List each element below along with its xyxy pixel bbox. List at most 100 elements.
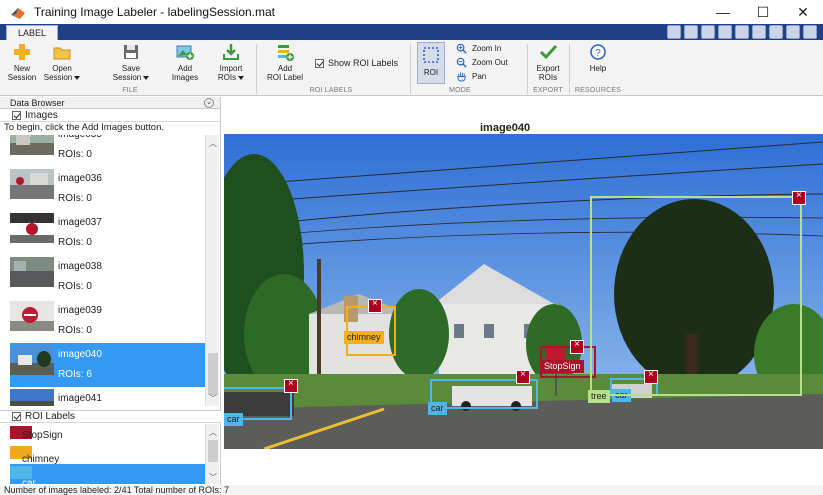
quick-layout-icon[interactable]: [769, 25, 783, 39]
quick-cut-icon[interactable]: [684, 25, 698, 39]
pan-label: Pan: [472, 72, 487, 81]
quick-copy-icon[interactable]: [701, 25, 715, 39]
save-session-button[interactable]: Save Session: [110, 42, 152, 82]
scroll-thumb[interactable]: [208, 440, 218, 462]
close-icon[interactable]: [368, 298, 382, 313]
add-roi-label-button[interactable]: Add ROI Label: [262, 42, 308, 82]
scroll-thumb[interactable]: [208, 353, 218, 395]
add-images-button[interactable]: Add Images: [170, 42, 200, 82]
new-session-label-2: Session: [7, 73, 37, 82]
roi-tag-tree: tree: [588, 390, 610, 403]
new-session-button[interactable]: New Session: [4, 42, 40, 82]
resources-group-label: RESOURCES: [574, 87, 622, 94]
chevron-down-icon: [143, 75, 150, 80]
list-item[interactable]: image036 ROIs: 0: [10, 167, 205, 211]
list-item[interactable]: image039 ROIs: 0: [10, 299, 205, 343]
status-bar: Number of images labeled: 2/41 Total num…: [0, 485, 823, 495]
checkbox-icon[interactable]: [315, 58, 324, 68]
zoom-in-icon: [456, 43, 467, 54]
open-session-button[interactable]: Open Session: [42, 42, 82, 82]
save-session-label-1: Save: [121, 64, 141, 73]
ribbon-separator: [527, 44, 528, 94]
roi-label-item-selected[interactable]: car: [10, 464, 205, 484]
thumbnail-image: [10, 345, 54, 375]
maximize-button[interactable]: ☐: [743, 0, 783, 24]
save-session-label-2: Session: [112, 73, 142, 82]
close-icon[interactable]: [284, 378, 298, 393]
quick-help-icon[interactable]: [803, 25, 817, 39]
zoom-out-icon: [456, 57, 467, 68]
export-rois-button[interactable]: Export ROIs: [530, 42, 566, 82]
show-roi-labels-label: Show ROI Labels: [328, 58, 399, 68]
images-section-header[interactable]: Images: [0, 109, 220, 122]
roi-label-item[interactable]: StopSign: [10, 424, 205, 446]
scroll-up-icon[interactable]: ︿: [209, 138, 217, 149]
import-rois-button[interactable]: Import ROIs: [212, 42, 250, 82]
data-browser-title: Data Browser: [10, 98, 65, 108]
scroll-down-icon[interactable]: ﹀: [209, 393, 217, 404]
add-roi-label-icon: [278, 45, 294, 61]
image-roi-count: ROIs: 0: [58, 149, 92, 160]
zoom-out-button[interactable]: Zoom Out: [456, 57, 508, 68]
roi-label-name: car: [22, 478, 36, 484]
help-button[interactable]: ? Help: [580, 42, 616, 73]
image-roi-count: ROIs: 0: [58, 237, 92, 248]
image-roi-count: ROIs: 0: [58, 193, 92, 204]
thumbnail-image: [10, 301, 54, 331]
scroll-up-icon[interactable]: ︿: [209, 427, 217, 438]
list-item[interactable]: image035 ROIs: 0: [10, 135, 205, 167]
thumbnail-image: [10, 135, 54, 155]
quick-paste-icon[interactable]: [718, 25, 732, 39]
tab-label[interactable]: LABEL: [6, 25, 58, 40]
add-images-hint: To begin, click the Add Images button.: [4, 122, 165, 133]
show-roi-labels-checkbox[interactable]: Show ROI Labels: [315, 58, 398, 68]
pan-button[interactable]: Pan: [456, 71, 486, 82]
data-browser-panel: Data Browser ⌄ Images To begin, click th…: [0, 97, 221, 485]
thumbnail-image: [10, 389, 54, 406]
roi-list-scrollbar[interactable]: ︿ ﹀: [205, 424, 219, 484]
svg-text:?: ?: [595, 48, 601, 59]
zoom-in-button[interactable]: Zoom In: [456, 43, 501, 54]
collapse-checkbox-icon[interactable]: [12, 412, 21, 421]
image-list-scrollbar[interactable]: ︿ ﹀: [205, 135, 219, 406]
quick-undo-icon[interactable]: [735, 25, 749, 39]
mode-group-label: MODE: [449, 87, 471, 94]
close-icon[interactable]: [792, 190, 806, 205]
quick-save-icon[interactable]: [667, 25, 681, 39]
image-list: image035 ROIs: 0 image036 ROIs: 0 image0…: [10, 135, 205, 406]
image-canvas[interactable]: chimney StopSign car car car tree: [224, 134, 823, 449]
collapse-icon[interactable]: ⌄: [204, 98, 214, 108]
minimize-button[interactable]: —: [703, 0, 743, 24]
roi-label-item[interactable]: chimney: [10, 444, 205, 466]
image-name: image037: [58, 217, 102, 228]
list-item-selected[interactable]: image040 ROIs: 6: [10, 343, 205, 387]
image-name: image040: [58, 349, 102, 360]
image-name: image036: [58, 173, 102, 184]
file-group-label: FILE: [122, 87, 138, 94]
thumbnail-image: [10, 213, 54, 243]
list-item[interactable]: image037 ROIs: 0: [10, 211, 205, 255]
chevron-down-icon: [238, 75, 245, 80]
roi-mode-button[interactable]: ROI: [417, 42, 445, 84]
roi-labels-section-header[interactable]: ROI Labels: [0, 410, 221, 423]
close-icon[interactable]: [570, 339, 584, 354]
close-button[interactable]: ✕: [783, 0, 823, 24]
list-item[interactable]: image041: [10, 387, 205, 406]
roi-tag-car: car: [224, 413, 243, 426]
image-roi-count: ROIs: 0: [58, 281, 92, 292]
tab-strip: LABEL: [0, 24, 823, 40]
ribbon-separator: [410, 44, 411, 94]
list-item[interactable]: image038 ROIs: 0: [10, 255, 205, 299]
scroll-down-icon[interactable]: ﹀: [209, 472, 217, 483]
roi-labels-section: ROI Labels StopSign chimney car ︿ ﹀: [0, 410, 221, 484]
quick-redo-icon[interactable]: [752, 25, 766, 39]
collapse-checkbox-icon[interactable]: [12, 110, 21, 120]
title-bar: Training Image Labeler - labelingSession…: [0, 0, 823, 24]
save-icon: [124, 45, 138, 59]
import-rois-label-1: Import: [219, 64, 243, 73]
quick-minimize-ribbon-icon[interactable]: [786, 25, 800, 39]
new-session-label-1: New: [13, 64, 30, 73]
quick-access-toolbar: [667, 25, 817, 39]
roi-box-tree[interactable]: [590, 196, 802, 396]
close-icon[interactable]: [516, 369, 530, 384]
